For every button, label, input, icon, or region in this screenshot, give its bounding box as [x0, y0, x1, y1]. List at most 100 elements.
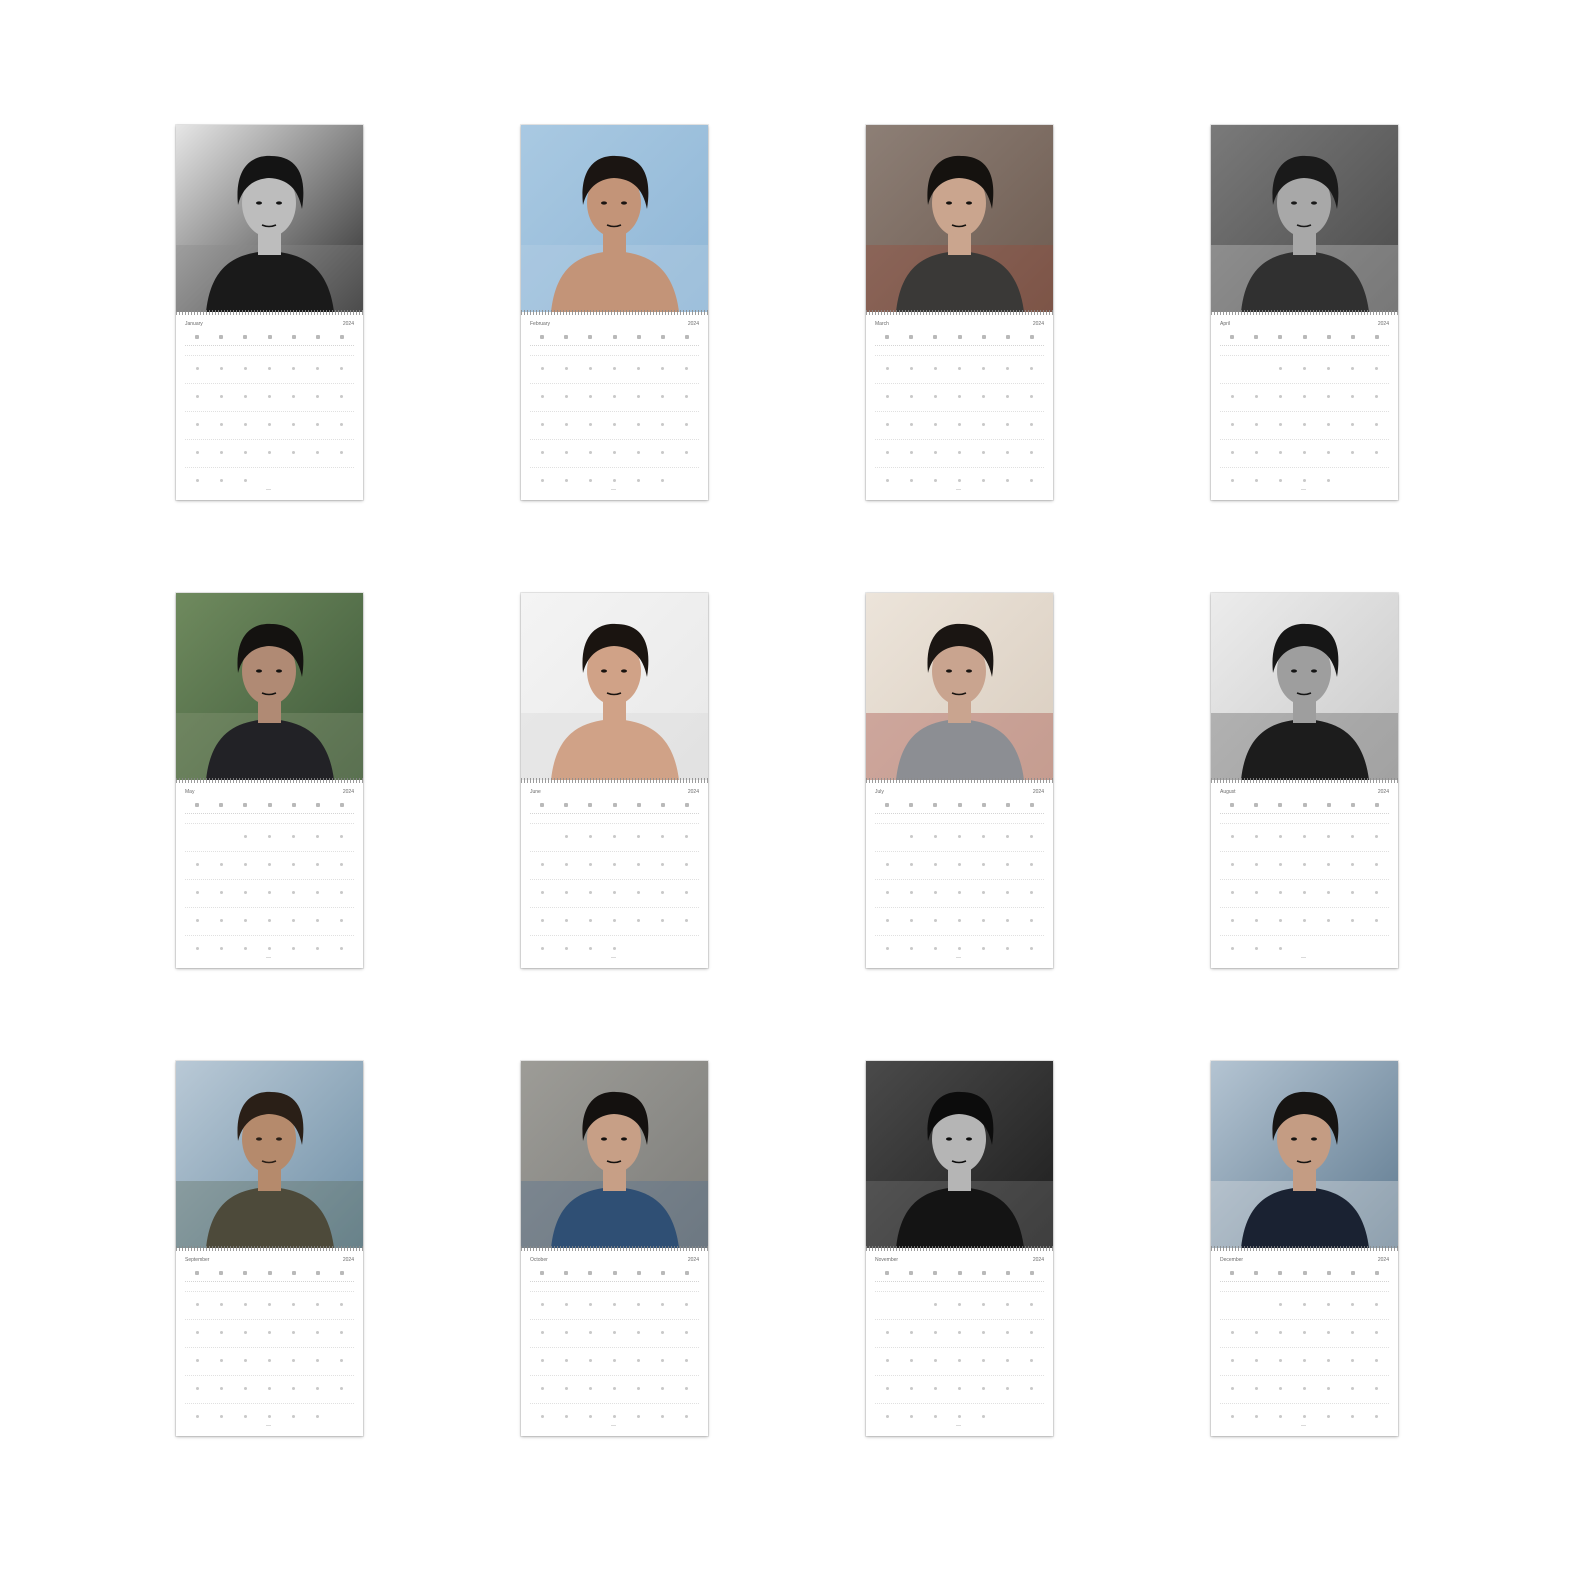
day-cell: [613, 1331, 616, 1334]
calendar-grid: January 2024 February 2024 March 2024 April 202…: [0, 0, 1588, 1588]
month-photo: [176, 593, 363, 780]
day-cell: [292, 891, 296, 894]
day-cell: [268, 835, 271, 838]
day-cell: [243, 1331, 247, 1334]
day-cell: [195, 947, 199, 950]
week-row: [530, 907, 699, 909]
day-cell: [637, 863, 641, 866]
day-cell: [1303, 863, 1306, 866]
day-cell: [685, 367, 689, 370]
day-cell: [1327, 1359, 1331, 1362]
day-cell: [195, 919, 199, 922]
wire-binding: [866, 310, 1053, 315]
day-cell: [316, 1387, 320, 1390]
month-year: 2024: [1377, 789, 1389, 795]
weekday-header: [185, 335, 354, 346]
day-cell: [1030, 1359, 1034, 1362]
weekday-mark: [195, 335, 200, 339]
day-cell: [909, 947, 913, 950]
page-footer-mark: [266, 489, 271, 490]
day-cell: [195, 1331, 199, 1334]
day-cell: [292, 1359, 296, 1362]
week-row: [875, 823, 1044, 825]
day-cell: [1303, 835, 1306, 838]
day-cell: [564, 1359, 568, 1362]
day-cell: [1375, 919, 1379, 922]
day-cell: [292, 1331, 296, 1334]
week-row: [875, 1319, 1044, 1321]
month-photo: [521, 1061, 708, 1248]
day-cell: [540, 947, 544, 950]
day-cell: [195, 891, 199, 894]
week-row: [185, 1403, 354, 1405]
day-cell: [885, 891, 889, 894]
day-cell: [958, 451, 961, 454]
day-cell: [1254, 423, 1258, 426]
weekday-mark: [981, 335, 986, 339]
month-header: December 2024: [1220, 1257, 1389, 1265]
day-cell: [195, 863, 199, 866]
day-cell: [909, 451, 913, 454]
day-cell: [1278, 1303, 1282, 1306]
month-header: April 2024: [1220, 321, 1389, 329]
day-cell: [1278, 479, 1282, 482]
day-cell: [885, 451, 889, 454]
day-cell: [1375, 367, 1379, 370]
weekday-mark: [957, 1271, 962, 1275]
month-photo: [521, 593, 708, 780]
calendar-page-november: November 2024: [866, 1061, 1053, 1436]
day-cell: [1006, 367, 1010, 370]
day-cell: [1351, 1303, 1355, 1306]
month-photo: [176, 1061, 363, 1248]
day-cell: [982, 451, 986, 454]
month-header: November 2024: [875, 1257, 1044, 1265]
day-cell: [564, 919, 568, 922]
day-cell: [1030, 835, 1034, 838]
day-cell: [588, 451, 592, 454]
week-row: [1220, 1375, 1389, 1377]
week-row: [185, 851, 354, 853]
day-cell: [613, 423, 616, 426]
day-cell: [1278, 395, 1282, 398]
day-cell: [637, 1415, 641, 1418]
day-cell: [933, 1331, 937, 1334]
day-cell: [243, 423, 247, 426]
day-cell: [219, 919, 223, 922]
day-cell: [613, 1359, 616, 1362]
day-cell: [685, 863, 689, 866]
day-cell: [933, 947, 937, 950]
month-photo: [866, 1061, 1053, 1248]
week-row: [875, 907, 1044, 909]
day-cell: [1351, 1415, 1355, 1418]
day-cell: [685, 395, 689, 398]
day-cell: [195, 1359, 199, 1362]
day-cell: [1327, 423, 1331, 426]
week-row: [875, 355, 1044, 357]
calendar-page-august: August 2024: [1211, 593, 1398, 968]
wire-binding: [176, 310, 363, 315]
day-cell: [340, 1387, 344, 1390]
month-name: June: [530, 789, 541, 795]
month-year: 2024: [342, 321, 354, 327]
month-name: January: [185, 321, 203, 327]
day-cell: [1030, 451, 1034, 454]
day-cell: [613, 1303, 616, 1306]
weekday-mark: [540, 1271, 545, 1275]
month-year: 2024: [1032, 1257, 1044, 1263]
weekday-mark: [684, 335, 689, 339]
day-cell: [685, 1331, 689, 1334]
day-cell: [588, 395, 592, 398]
day-cell: [909, 479, 913, 482]
weekday-mark: [933, 803, 938, 807]
weekday-mark: [933, 1271, 938, 1275]
page-footer-mark: [266, 1425, 271, 1426]
month-name: October: [530, 1257, 548, 1263]
weekday-mark: [909, 335, 914, 339]
day-cell: [219, 395, 223, 398]
day-cell: [540, 1359, 544, 1362]
day-cell: [1303, 395, 1306, 398]
day-cell: [637, 395, 641, 398]
month-header: February 2024: [530, 321, 699, 329]
day-cell: [1030, 863, 1034, 866]
portrait-photo-icon: [1211, 1061, 1398, 1248]
